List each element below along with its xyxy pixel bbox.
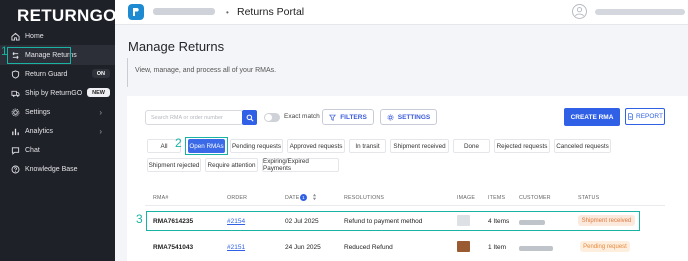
sidebar-item-ship[interactable]: Ship by ReturnGO NEW [0, 84, 115, 102]
report-icon [628, 113, 633, 120]
breadcrumb-separator: • [226, 8, 229, 17]
tab-pending-requests[interactable]: Pending requests [230, 139, 283, 153]
sidebar-item-label: Analytics [25, 127, 54, 135]
user-email-blurred[interactable] [595, 9, 685, 15]
row-resolution: Reduced Refund [344, 244, 393, 251]
new-badge: NEW [87, 88, 110, 97]
exact-match-toggle[interactable] [264, 113, 280, 122]
settings-label: SETTINGS [397, 113, 431, 121]
search-button[interactable] [242, 110, 257, 125]
sidebar-item-label: Knowledge Base [25, 165, 78, 173]
store-name-blurred[interactable] [153, 8, 215, 15]
status-badge: ON [91, 69, 110, 78]
report-label: REPORT [636, 113, 663, 120]
brand-logo: RETURNGO [17, 6, 117, 25]
annotation-number-3: 3 [136, 212, 143, 226]
chat-icon [9, 144, 21, 156]
help-icon [9, 163, 21, 175]
column-header-items: ITEMS [488, 195, 506, 201]
sort-icon[interactable] [312, 193, 317, 203]
report-button[interactable]: REPORT [625, 108, 665, 125]
tab-approved-requests[interactable]: Approved requests [287, 139, 345, 153]
page-title: Manage Returns [128, 39, 225, 54]
column-header-resolutions: RESOLUTIONS [344, 195, 385, 201]
row-items: 1 Item [488, 244, 507, 251]
sidebar-item-label: Ship by ReturnGO [25, 89, 83, 97]
sidebar-item-knowledge-base[interactable]: Knowledge Base [0, 160, 115, 178]
chevron-right-icon: › [99, 107, 102, 117]
column-header-image: IMAGE [457, 195, 476, 201]
portal-title: Returns Portal [237, 6, 305, 18]
sidebar-item-home[interactable]: Home [0, 27, 115, 45]
tab-shipment-rejected[interactable]: Shipment rejected [147, 158, 201, 172]
table-row-rma[interactable]: RMA7541043 [153, 244, 193, 251]
chart-icon [9, 125, 21, 137]
column-header-date[interactable]: DATE [285, 195, 300, 201]
annotation-number-2: 2 [175, 136, 182, 150]
create-rma-button[interactable]: CREATE RMA [564, 108, 620, 126]
sidebar-item-analytics[interactable]: Analytics › [0, 122, 115, 140]
page-subtitle: View, manage, and process all of your RM… [135, 67, 277, 74]
tab-in-transit[interactable]: In transit [349, 139, 386, 153]
gear-icon [387, 113, 394, 121]
truck-icon [9, 87, 21, 99]
store-logo [128, 4, 144, 20]
chevron-right-icon: › [99, 126, 102, 136]
order-link[interactable]: #2151 [227, 244, 245, 251]
gear-icon [9, 106, 21, 118]
header-divider [145, 205, 665, 206]
tab-done[interactable]: Done [453, 139, 490, 153]
sidebar-item-chat[interactable]: Chat [0, 141, 115, 159]
row-date: 24 Jun 2025 [285, 244, 321, 251]
sidebar-item-label: Settings [25, 108, 51, 116]
tab-require-attention[interactable]: Require attention [205, 158, 258, 172]
filters-label: FILTERS [340, 113, 367, 121]
product-image[interactable] [457, 241, 470, 252]
search-input[interactable]: Search RMA or order number [145, 110, 243, 125]
sidebar-item-label: Return Guard [25, 70, 68, 78]
sidebar-item-label: Home [25, 32, 44, 40]
column-header-customer: CUSTOMER [519, 195, 551, 201]
status-badge: Pending request [580, 241, 630, 252]
tab-canceled-requests[interactable]: Canceled requests [554, 139, 611, 153]
filters-button[interactable]: FILTERS [322, 109, 374, 125]
tab-expiring-expired-payments[interactable]: Expiring/Expired Payments [262, 158, 339, 172]
customer-name-blurred[interactable] [519, 246, 553, 251]
column-header-status: STATUS [578, 195, 600, 201]
annotation-highlight-3 [146, 211, 640, 231]
home-icon [9, 30, 21, 42]
filter-icon [329, 114, 337, 121]
sort-count-badge: 1 [300, 194, 307, 201]
user-avatar-icon[interactable] [572, 4, 587, 19]
annotation-highlight-1 [7, 47, 71, 64]
annotation-highlight-2 [185, 137, 228, 155]
shield-icon [9, 68, 21, 80]
column-header-order: ORDER [227, 195, 248, 201]
exact-match-label: Exact match [284, 113, 320, 120]
tab-rejected-requests[interactable]: Rejected requests [494, 139, 550, 153]
annotation-number-1: 1 [1, 44, 8, 58]
search-icon [246, 114, 254, 122]
tab-shipment-received[interactable]: Shipment received [390, 139, 449, 153]
sidebar: RETURNGO Home Manage Returns 1 Return Gu… [0, 0, 117, 261]
sidebar-item-label: Chat [25, 146, 40, 154]
top-bar: • Returns Portal [115, 0, 688, 25]
sidebar-item-settings[interactable]: Settings › [0, 103, 115, 121]
settings-button[interactable]: SETTINGS [380, 109, 437, 125]
column-header-rma: RMA# [153, 195, 169, 201]
sidebar-item-return-guard[interactable]: Return Guard ON [0, 65, 115, 83]
